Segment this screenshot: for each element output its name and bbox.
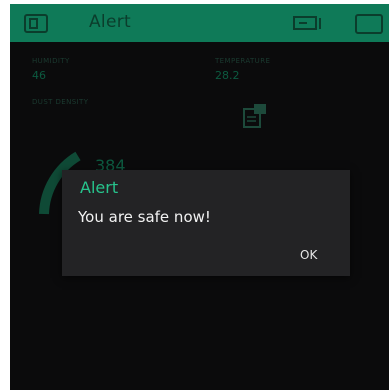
ok-button[interactable]: OK — [296, 246, 321, 264]
battery-icon[interactable] — [293, 15, 325, 31]
dust-density-label: DUST DENSITY — [32, 98, 89, 106]
app-screen: Alert HUMIDITY 46 TEMPERATURE 28.2 DUST … — [10, 4, 389, 390]
temperature-label: TEMPERATURE — [215, 57, 271, 65]
tablet-icon[interactable] — [355, 14, 383, 34]
dialog-message: You are safe now! — [78, 208, 211, 226]
top-bar: Alert — [10, 4, 389, 42]
terminal-icon[interactable] — [242, 103, 268, 131]
dialog-title: Alert — [80, 178, 119, 197]
humidity-value: 46 — [32, 69, 46, 82]
humidity-label: HUMIDITY — [32, 57, 70, 65]
app-title: Alert — [89, 12, 131, 32]
project-frame-icon[interactable] — [24, 14, 48, 33]
temperature-value: 28.2 — [215, 69, 240, 82]
alert-dialog: Alert You are safe now! OK — [62, 170, 350, 276]
